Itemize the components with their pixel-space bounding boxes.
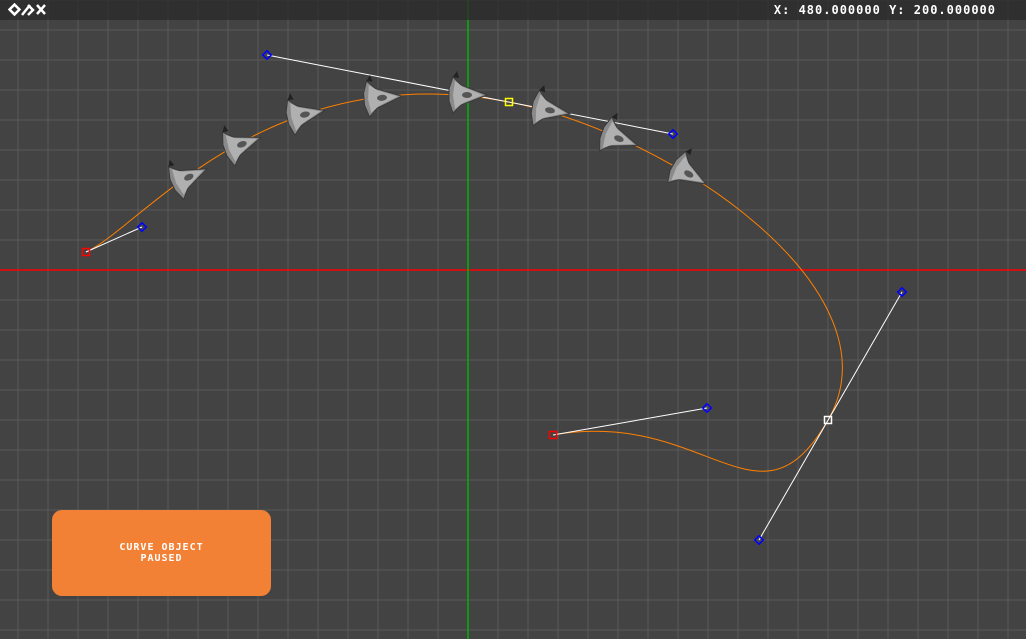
editor-canvas[interactable]: X: 480.000000 Y: 200.000000 CURVE OBJECT… <box>0 0 1026 639</box>
spaceship-icon <box>666 148 708 185</box>
top-bar: X: 480.000000 Y: 200.000000 <box>0 0 1026 20</box>
status-line-2: PAUSED <box>140 553 183 564</box>
handle-line <box>552 407 708 436</box>
x-label: X: <box>773 3 791 17</box>
spaceship-icon <box>167 159 209 201</box>
y-label: Y: <box>889 3 906 17</box>
spaceship-icon <box>363 74 404 118</box>
bezier-curve <box>85 93 843 472</box>
pause-status-panel: CURVE OBJECT PAUSED <box>52 510 271 596</box>
cursor-coordinates: X: 480.000000 Y: 200.000000 <box>774 3 996 17</box>
x-value: 480.000000 <box>798 3 881 17</box>
orx-logo-icon <box>8 3 46 17</box>
status-line-1: CURVE OBJECT <box>119 542 204 553</box>
spaceship-icon <box>222 125 262 167</box>
y-value: 200.000000 <box>913 3 996 17</box>
spaceship-icon <box>530 84 572 127</box>
spaceship-icon <box>285 93 326 137</box>
spaceship-icon <box>599 112 639 152</box>
